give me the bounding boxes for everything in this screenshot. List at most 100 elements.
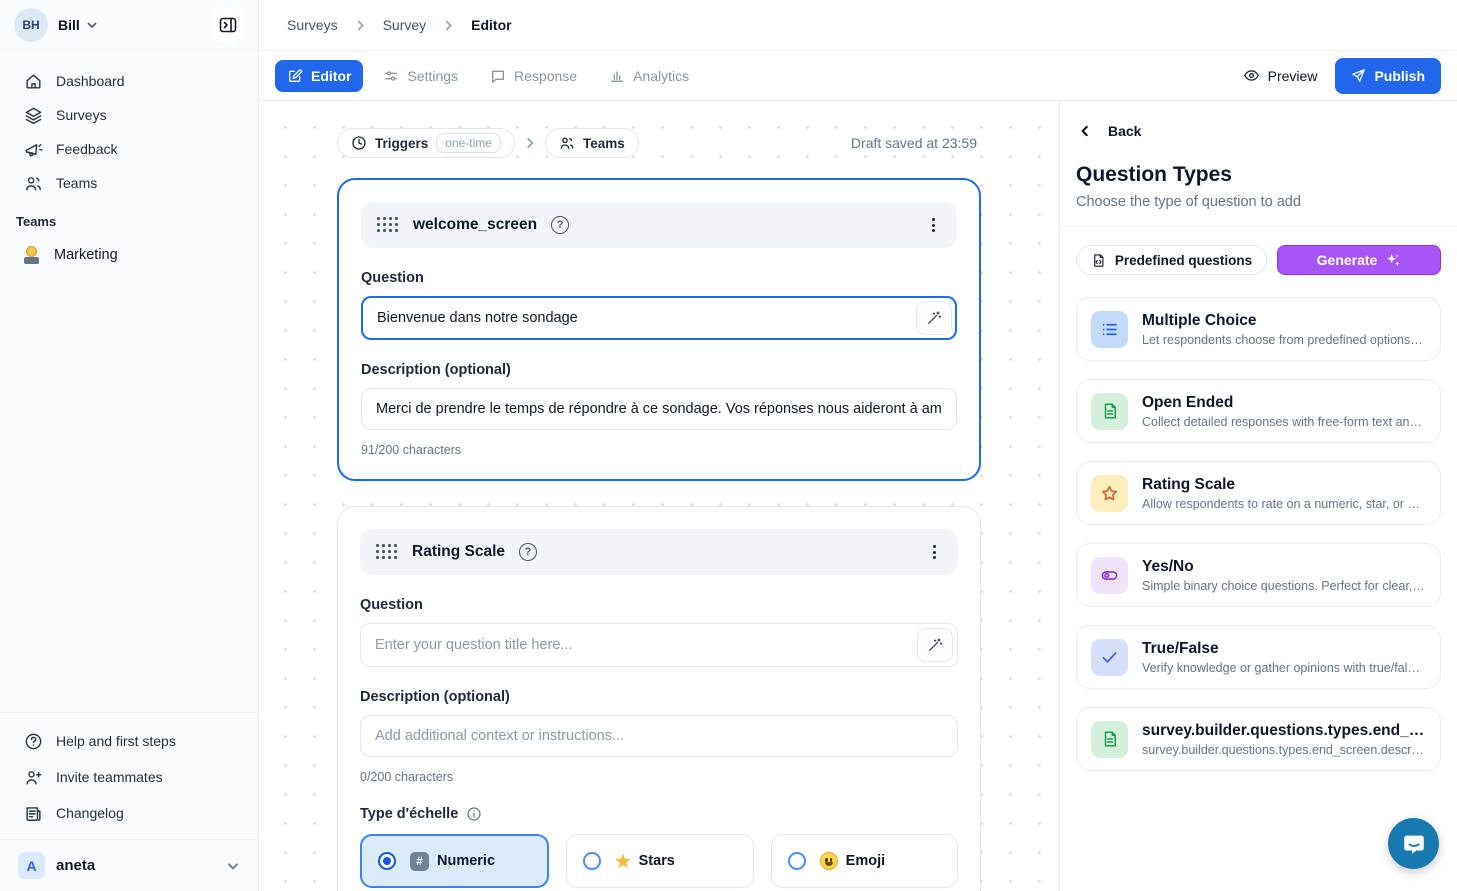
drag-handle-icon[interactable] xyxy=(376,544,398,560)
type-item-open-ended[interactable]: Open Ended Collect detailed responses wi… xyxy=(1076,379,1441,443)
question-input[interactable] xyxy=(361,296,957,340)
question-types-panel: Back Question Types Choose the type of q… xyxy=(1059,101,1457,891)
sidebar-item-changelog[interactable]: Changelog xyxy=(0,795,258,831)
kebab-menu-icon[interactable] xyxy=(927,539,942,565)
type-title: Multiple Choice xyxy=(1142,312,1426,330)
send-icon xyxy=(1351,68,1366,83)
star-emoji-icon: ★ xyxy=(615,853,630,870)
megaphone-icon xyxy=(24,140,43,159)
generate-label: Generate xyxy=(1317,252,1378,268)
sidebar-item-feedback[interactable]: Feedback xyxy=(0,132,258,166)
users-icon xyxy=(559,135,575,151)
sidebar-item-help[interactable]: Help and first steps xyxy=(0,723,258,759)
breadcrumb-survey[interactable]: Survey xyxy=(383,17,427,33)
scale-option-numeric[interactable]: # Numeric xyxy=(360,834,549,888)
tab-editor[interactable]: Editor xyxy=(275,60,363,92)
tab-label: Analytics xyxy=(633,68,689,84)
collapse-sidebar-icon[interactable] xyxy=(210,7,246,43)
team-name: Marketing xyxy=(54,247,118,263)
smiley-emoji-icon xyxy=(820,852,838,870)
sidebar-item-team-marketing[interactable]: Marketing xyxy=(0,237,258,273)
teams-section-label: Teams xyxy=(0,200,258,237)
back-label: Back xyxy=(1108,123,1141,139)
description-input[interactable] xyxy=(360,715,958,757)
card-title: welcome_screen xyxy=(413,216,537,234)
chat-bubble-icon xyxy=(490,68,506,84)
tab-settings[interactable]: Settings xyxy=(371,60,470,92)
scale-option-emoji[interactable]: Emoji xyxy=(771,834,958,888)
avatar[interactable]: BH xyxy=(14,8,48,42)
type-description: survey.builder.questions.types.end_scree… xyxy=(1142,743,1426,757)
trigger-type-badge: one-time xyxy=(436,133,501,153)
drag-handle-icon[interactable] xyxy=(377,217,399,233)
account-name: aneta xyxy=(56,857,215,874)
type-title: True/False xyxy=(1142,640,1426,658)
sparkles-icon xyxy=(1385,252,1401,268)
char-count: 91/200 characters xyxy=(361,443,957,457)
chevron-down-icon xyxy=(226,859,240,873)
bar-chart-icon xyxy=(609,68,625,84)
card-header: Rating Scale ? xyxy=(360,529,958,575)
type-description: Verify knowledge or gather opinions with… xyxy=(1142,661,1426,675)
question-card-rating-scale[interactable]: Rating Scale ? Question Description (opt… xyxy=(337,506,981,891)
pencil-square-icon xyxy=(287,68,303,84)
tab-analytics[interactable]: Analytics xyxy=(597,60,701,92)
breadcrumb-surveys[interactable]: Surveys xyxy=(287,17,338,33)
type-item-yes-no[interactable]: Yes/No Simple binary choice questions. P… xyxy=(1076,543,1441,607)
triggers-chip[interactable]: Triggers one-time xyxy=(337,128,515,158)
chevron-down-icon[interactable] xyxy=(86,19,98,31)
magic-wand-button[interactable] xyxy=(916,301,952,335)
predefined-questions-button[interactable]: Predefined questions xyxy=(1076,245,1267,275)
help-icon[interactable]: ? xyxy=(551,216,569,234)
magic-wand-button[interactable] xyxy=(917,628,953,662)
description-label: Description (optional) xyxy=(361,362,957,378)
kebab-menu-icon[interactable] xyxy=(926,212,941,238)
scale-option-stars[interactable]: ★ Stars xyxy=(566,834,753,888)
predefined-label: Predefined questions xyxy=(1115,253,1252,268)
sidebar-item-surveys[interactable]: Surveys xyxy=(0,98,258,132)
type-description: Allow respondents to rate on a numeric, … xyxy=(1142,497,1426,511)
document-icon xyxy=(1091,721,1128,758)
type-item-rating-scale[interactable]: Rating Scale Allow respondents to rate o… xyxy=(1076,461,1441,525)
type-item-true-false[interactable]: True/False Verify knowledge or gather op… xyxy=(1076,625,1441,689)
workspace-name[interactable]: Bill xyxy=(58,17,80,33)
help-icon[interactable]: ? xyxy=(519,543,537,561)
document-icon xyxy=(1091,393,1128,430)
option-label: Numeric xyxy=(437,853,495,869)
clock-icon xyxy=(351,135,367,151)
type-item-multiple-choice[interactable]: Multiple Choice Let respondents choose f… xyxy=(1076,297,1441,361)
type-title: Rating Scale xyxy=(1142,476,1426,494)
star-icon xyxy=(1091,475,1128,512)
sidebar-nav: Dashboard Surveys Feedback Teams xyxy=(0,50,258,200)
type-description: Simple binary choice questions. Perfect … xyxy=(1142,579,1426,593)
survey-canvas: Triggers one-time Teams Draft saved at 2… xyxy=(259,101,1059,891)
chevron-right-icon xyxy=(523,136,537,150)
document-code-icon xyxy=(1091,253,1106,268)
preview-button[interactable]: Preview xyxy=(1243,67,1318,84)
generate-button[interactable]: Generate xyxy=(1277,245,1441,275)
sidebar-item-label: Feedback xyxy=(56,141,117,157)
hash-keycap-icon: # xyxy=(410,852,429,871)
description-input[interactable] xyxy=(361,388,957,430)
question-type-list: Multiple Choice Let respondents choose f… xyxy=(1076,297,1441,771)
sidebar-item-dashboard[interactable]: Dashboard xyxy=(0,64,258,98)
chat-launcher-button[interactable] xyxy=(1388,818,1439,869)
teams-chip[interactable]: Teams xyxy=(545,128,639,158)
back-button[interactable]: Back xyxy=(1076,121,1441,141)
question-input[interactable] xyxy=(360,623,958,667)
chat-smile-icon xyxy=(1401,831,1427,857)
toggle-icon xyxy=(1091,557,1128,594)
publish-button[interactable]: Publish xyxy=(1335,58,1441,94)
list-icon xyxy=(1091,311,1128,348)
question-card-welcome-screen[interactable]: welcome_screen ? Question Description (o… xyxy=(337,178,981,481)
sidebar-item-invite[interactable]: Invite teammates xyxy=(0,759,258,795)
type-item-end-screen[interactable]: survey.builder.questions.types.end_scr..… xyxy=(1076,707,1441,771)
sidebar-item-teams[interactable]: Teams xyxy=(0,166,258,200)
account-switcher[interactable]: A aneta xyxy=(0,839,258,891)
teams-chip-label: Teams xyxy=(583,136,625,151)
info-icon[interactable] xyxy=(466,806,482,822)
tab-label: Response xyxy=(514,68,577,84)
user-plus-icon xyxy=(24,768,43,787)
tab-response[interactable]: Response xyxy=(478,60,589,92)
type-title: Yes/No xyxy=(1142,558,1426,576)
